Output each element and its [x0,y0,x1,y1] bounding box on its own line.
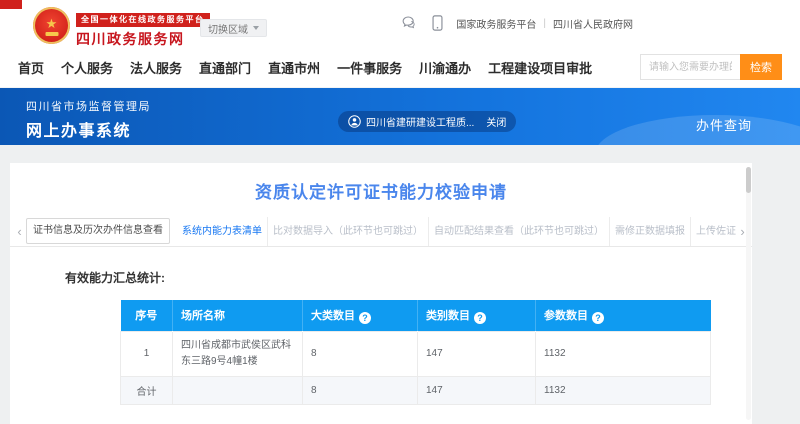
search-box: 检索 [640,54,782,80]
close-session-button[interactable]: 关闭 [486,114,506,129]
table-total-row: 合计 81471132 [121,376,711,404]
main-nav: 首页个人服务法人服务直通部门直通市州一件事服务川渝通办工程建设项目审批 [18,58,592,77]
tab-6[interactable]: 上传佐证 [690,217,736,246]
table-cell: 147 [418,376,536,404]
tab-strip: 证书信息及历次办件信息查看系统内能力表清单比对数据导入（此环节也可跳过）自动匹配… [26,216,736,246]
portal-links: 国家政务服务平台 | 四川省人民政府网 [456,16,633,31]
application-query-link[interactable]: 办件查询 [696,115,752,134]
user-badge[interactable]: 四川省建研建设工程质... 关闭 [338,111,516,132]
chevron-down-icon [253,26,259,30]
region-switch-button[interactable]: 切换区域 [200,19,267,37]
main-nav-bar: 首页个人服务法人服务直通部门直通市州一件事服务川渝通办工程建设项目审批 检索 [0,47,800,88]
user-icon [348,115,361,128]
wechat-icon[interactable] [402,16,419,31]
scrollbar-thumb[interactable] [746,167,751,193]
table-cell: 1 [121,331,173,376]
help-icon[interactable]: ? [592,312,604,324]
nav-item-1[interactable]: 首页 [18,58,44,77]
org-name: 四川省市场监督管理局 [26,98,151,114]
page-title: 资质认定许可证书能力校验申请 [10,163,752,203]
column-header: 序号 [121,300,173,331]
platform-banner: 全国一体化在线政务服务平台 [76,13,210,27]
mobile-app-icon[interactable] [432,15,443,31]
system-identity: 四川省市场监督管理局 网上办事系统 [26,98,151,141]
nav-item-2[interactable]: 个人服务 [61,58,113,77]
section-title: 有效能力汇总统计: [65,269,165,286]
column-header: 参数数目? [536,300,711,331]
search-button[interactable]: 检索 [740,54,782,80]
national-emblem-logo: ★ [33,7,70,44]
column-header: 大类数目? [303,300,418,331]
nav-item-8[interactable]: 工程建设项目审批 [488,58,592,77]
step-tabs-bar: ‹ 证书信息及历次办件信息查看系统内能力表清单比对数据导入（此环节也可跳过）自动… [10,216,752,247]
link-separator: | [543,18,546,29]
table-cell [173,376,303,404]
table-body: 1四川省成都市武侯区武科东三路9号4幢1楼81471132合计81471132 [121,331,711,404]
nav-item-7[interactable]: 川渝通办 [419,58,471,77]
table-cell: 1132 [536,331,711,376]
link-national-portal[interactable]: 国家政务服务平台 [456,16,536,31]
tab-1[interactable]: 证书信息及历次办件信息查看 [26,218,170,244]
table-cell: 合计 [121,376,173,404]
system-name: 网上办事系统 [26,117,151,141]
link-province-portal[interactable]: 四川省人民政府网 [553,16,633,31]
tabs-scroll-left-button[interactable]: ‹ [13,224,26,239]
tab-3[interactable]: 比对数据导入（此环节也可跳过） [267,217,428,246]
corner-flag-decoration [0,0,22,9]
region-switch-label: 切换区域 [208,21,248,36]
site-header: ★ 全国一体化在线政务服务平台 四川政务服务网 切换区域 国家政务服务平台 | … [0,0,800,47]
brand-block: 全国一体化在线政务服务平台 四川政务服务网 [76,9,210,49]
table-cell: 147 [418,331,536,376]
help-icon[interactable]: ? [474,312,486,324]
column-header: 场所名称 [173,300,303,331]
nav-item-3[interactable]: 法人服务 [130,58,182,77]
table-row: 1四川省成都市武侯区武科东三路9号4幢1楼81471132 [121,331,711,376]
user-name: 四川省建研建设工程质... [366,114,474,129]
emblem-gate-icon [45,32,58,36]
nav-item-4[interactable]: 直通部门 [199,58,251,77]
help-icon[interactable]: ? [359,312,371,324]
search-input[interactable] [640,54,740,80]
column-header: 类别数目? [418,300,536,331]
screen: ★ 全国一体化在线政务服务平台 四川政务服务网 切换区域 国家政务服务平台 | … [0,0,800,424]
table-cell: 四川省成都市武侯区武科东三路9号4幢1楼 [173,331,303,376]
content-card: 资质认定许可证书能力校验申请 ‹ 证书信息及历次办件信息查看系统内能力表清单比对… [10,163,752,424]
tab-4[interactable]: 自动匹配结果查看（此环节也可跳过） [428,217,609,246]
table-cell: 1132 [536,376,711,404]
capability-summary-table: 序号场所名称大类数目?类别数目?参数数目? 1四川省成都市武侯区武科东三路9号4… [120,300,711,405]
tab-2[interactable]: 系统内能力表清单 [177,217,267,246]
card-scrollbar[interactable] [746,167,751,420]
nav-item-5[interactable]: 直通市州 [268,58,320,77]
site-name: 四川政务服务网 [76,29,210,49]
nav-item-6[interactable]: 一件事服务 [337,58,402,77]
table-cell: 8 [303,376,418,404]
tab-5[interactable]: 需修正数据填报 [609,217,690,246]
table-header-row: 序号场所名称大类数目?类别数目?参数数目? [121,300,711,331]
table-cell: 8 [303,331,418,376]
header-right-links: 国家政务服务平台 | 四川省人民政府网 [402,15,633,31]
system-banner: 四川省市场监督管理局 网上办事系统 四川省建研建设工程质... 关闭 办件查询 [0,88,800,145]
emblem-star-icon: ★ [46,17,58,30]
